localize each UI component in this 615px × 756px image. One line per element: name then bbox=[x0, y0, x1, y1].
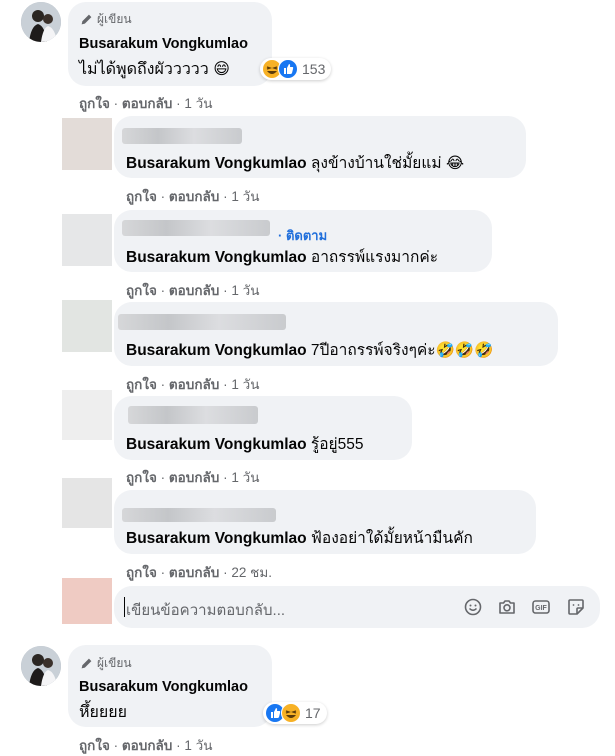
author-badge: ผู้เขียน bbox=[80, 654, 132, 673]
pencil-icon bbox=[81, 658, 92, 669]
reply-avatar-strip bbox=[62, 118, 112, 626]
reply-time[interactable]: 1 วัน bbox=[231, 189, 259, 204]
reply-actions: ถูกใจ · ตอบกลับ · 1 วัน bbox=[126, 189, 260, 204]
like-link[interactable]: ถูกใจ bbox=[126, 470, 157, 485]
reply-time[interactable]: 1 วัน bbox=[231, 470, 259, 485]
mentioned-author[interactable]: Busarakum Vongkumlao bbox=[126, 436, 307, 453]
mentioned-author[interactable]: Busarakum Vongkumlao bbox=[126, 342, 307, 359]
blurred-commenter-name[interactable] bbox=[122, 220, 270, 236]
author-badge-label: ผู้เขียน bbox=[97, 656, 132, 670]
mentioned-author[interactable]: Busarakum Vongkumlao bbox=[126, 530, 307, 547]
comment-time[interactable]: 1 วัน bbox=[184, 96, 212, 111]
author-avatar[interactable] bbox=[21, 646, 61, 686]
comment-text: หึ้ยยยย bbox=[79, 704, 128, 721]
svg-text:GIF: GIF bbox=[535, 605, 547, 612]
reply-link[interactable]: ตอบกลับ bbox=[169, 565, 219, 580]
reply-link[interactable]: ตอบกลับ bbox=[169, 470, 219, 485]
reply-text: ฟ้องอย่าใด้มั้ยหน้ามืนคัก bbox=[310, 530, 473, 547]
reaction-summary[interactable]: 17 bbox=[263, 702, 327, 724]
blurred-commenter-name[interactable] bbox=[122, 128, 242, 144]
blurred-commenter-name[interactable] bbox=[122, 508, 276, 522]
like-link[interactable]: ถูกใจ bbox=[126, 377, 157, 392]
reply-actions: ถูกใจ · ตอบกลับ · 22 ชม. bbox=[126, 565, 272, 580]
reaction-count[interactable]: 17 bbox=[305, 705, 321, 721]
reply-text-line: Busarakum Vongkumlao รู้อยู่555 bbox=[126, 431, 363, 456]
reply-text-line: Busarakum Vongkumlao 7ปีอาถรรพ์จริงๆค่ะ🤣… bbox=[126, 337, 494, 362]
reply-link[interactable]: ตอบกลับ bbox=[169, 189, 219, 204]
reply-time[interactable]: 1 วัน bbox=[231, 377, 259, 392]
reply-text: ลุงข้างบ้านใช่มั้ยแม่ 😂 bbox=[310, 155, 464, 172]
haha-reaction-icon bbox=[281, 703, 301, 723]
pencil-icon bbox=[81, 14, 92, 25]
like-link[interactable]: ถูกใจ bbox=[79, 96, 110, 111]
reply-time[interactable]: 1 วัน bbox=[231, 283, 259, 298]
reply-link[interactable]: ตอบกลับ bbox=[122, 96, 172, 111]
reply-text: อาถรรพ์แรงมากค่ะ bbox=[310, 249, 439, 266]
reaction-summary[interactable]: 153 bbox=[260, 58, 332, 80]
comment-actions: ถูกใจ · ตอบกลับ · 1 วัน bbox=[79, 738, 213, 753]
reply-actions: ถูกใจ · ตอบกลับ · 1 วัน bbox=[126, 283, 260, 298]
comment-text: ไม่ได้พูดถึงผัววววว 😄 bbox=[79, 61, 230, 78]
text-caret bbox=[124, 597, 125, 617]
author-badge-label: ผู้เขียน bbox=[97, 12, 132, 26]
gif-icon[interactable]: GIF bbox=[531, 597, 551, 617]
reaction-count[interactable]: 153 bbox=[302, 61, 325, 77]
comment-actions: ถูกใจ · ตอบกลับ · 1 วัน bbox=[79, 96, 213, 111]
blurred-commenter-name[interactable] bbox=[128, 406, 258, 424]
comment-author[interactable]: Busarakum Vongkumlao bbox=[79, 36, 248, 52]
reply-text: 7ปีอาถรรพ์จริงๆค่ะ🤣🤣🤣 bbox=[310, 342, 494, 359]
reply-text-line: Busarakum Vongkumlao อาถรรพ์แรงมากค่ะ bbox=[126, 244, 438, 269]
follow-link[interactable]: · ติดตาม bbox=[278, 225, 327, 246]
reply-actions: ถูกใจ · ตอบกลับ · 1 วัน bbox=[126, 470, 260, 485]
reply-text-line: Busarakum Vongkumlao ฟ้องอย่าใด้มั้ยหน้า… bbox=[126, 525, 473, 550]
reply-text-line: Busarakum Vongkumlao ลุงข้างบ้านใช่มั้ยแ… bbox=[126, 150, 464, 175]
emoji-icon[interactable] bbox=[463, 597, 483, 617]
like-link[interactable]: ถูกใจ bbox=[126, 283, 157, 298]
reply-actions: ถูกใจ · ตอบกลับ · 1 วัน bbox=[126, 377, 260, 392]
like-link[interactable]: ถูกใจ bbox=[126, 189, 157, 204]
sticker-icon[interactable] bbox=[566, 597, 586, 617]
reply-time[interactable]: 22 ชม. bbox=[231, 565, 272, 580]
reply-text: รู้อยู่555 bbox=[310, 436, 364, 453]
camera-icon[interactable] bbox=[497, 597, 517, 617]
reply-input-placeholder: เขียนข้อความตอบกลับ... bbox=[126, 602, 286, 619]
blurred-commenter-name[interactable] bbox=[118, 314, 286, 330]
like-link[interactable]: ถูกใจ bbox=[126, 565, 157, 580]
reply-link[interactable]: ตอบกลับ bbox=[169, 283, 219, 298]
author-badge: ผู้เขียน bbox=[80, 10, 132, 29]
comment-author[interactable]: Busarakum Vongkumlao bbox=[79, 679, 248, 695]
mentioned-author[interactable]: Busarakum Vongkumlao bbox=[126, 155, 307, 172]
mentioned-author[interactable]: Busarakum Vongkumlao bbox=[126, 249, 307, 266]
like-reaction-icon bbox=[278, 59, 298, 79]
reply-link[interactable]: ตอบกลับ bbox=[169, 377, 219, 392]
author-avatar[interactable] bbox=[21, 2, 61, 42]
